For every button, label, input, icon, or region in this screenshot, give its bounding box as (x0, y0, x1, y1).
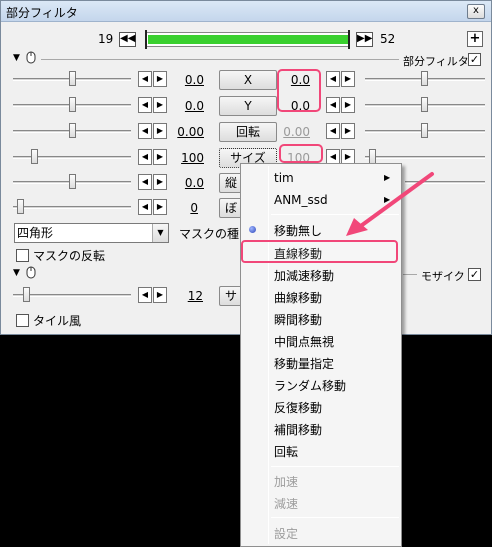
mosaic-slider-thumb[interactable] (23, 287, 30, 302)
menu-item-anm-ssd[interactable]: ANM_ssd (274, 193, 328, 207)
timeline-fill (148, 35, 348, 44)
blur-value[interactable]: 0 (168, 201, 198, 215)
mosaic-separator (403, 274, 417, 275)
blur-left-slider-track[interactable] (13, 206, 131, 209)
rotation-button[interactable]: 回転 (219, 122, 277, 142)
timeline-end-marker[interactable] (348, 30, 350, 49)
x-right-slider-thumb[interactable] (421, 71, 428, 86)
menu-item-interpolate[interactable]: 補間移動 (274, 421, 322, 438)
menu-item-tim[interactable]: tim (274, 171, 294, 185)
size-left-stepper[interactable]: ◀ ▶ (138, 149, 168, 165)
chevron-down-icon[interactable]: ▼ (152, 224, 168, 242)
mouse-icon (26, 266, 36, 279)
rotation-right-slider-thumb[interactable] (421, 123, 428, 138)
y-start-value[interactable]: 0.0 (174, 99, 204, 113)
size-left-slider-thumb[interactable] (31, 149, 38, 164)
start-frame: 19 (98, 32, 114, 46)
filter-name-label: 部分フィルタ (403, 55, 469, 68)
mask-invert-label: マスクの反転 (33, 249, 106, 263)
menu-gutter (268, 166, 269, 544)
vertical-left-slider-thumb[interactable] (69, 174, 76, 189)
x-start-value[interactable]: 0.0 (174, 73, 204, 87)
shape-select[interactable]: 四角形 ▼ (14, 223, 169, 243)
y-left-stepper[interactable]: ◀ ▶ (138, 97, 168, 113)
title-bar[interactable]: 部分フィルタ x (1, 1, 491, 22)
menu-separator (271, 466, 399, 467)
close-button[interactable]: x (467, 4, 485, 19)
menu-separator (271, 517, 399, 518)
tile-checkbox[interactable] (16, 314, 29, 327)
pointer-arrow-icon (346, 172, 434, 236)
x-left-stepper[interactable]: ◀ ▶ (138, 71, 168, 87)
timeline-start-marker[interactable] (145, 30, 147, 49)
menu-item-decelerate: 減速 (274, 497, 299, 511)
rotation-left-stepper[interactable]: ◀ ▶ (138, 123, 168, 139)
menu-item-no-move[interactable]: 移動無し (274, 222, 322, 239)
x-button[interactable]: X (219, 70, 277, 90)
menu-item-settings: 設定 (274, 527, 299, 541)
y-button[interactable]: Y (219, 96, 277, 116)
menu-item-random[interactable]: ランダム移動 (274, 377, 346, 394)
mosaic-label: モザイク (421, 270, 465, 283)
header-separator (41, 59, 399, 60)
menu-item-ease[interactable]: 加減速移動 (274, 267, 334, 284)
tile-label: タイル風 (33, 314, 82, 328)
collapse-triangle-icon[interactable]: ▼ (13, 53, 20, 63)
menu-item-accelerate: 加速 (274, 475, 299, 489)
menu-item-move-amount[interactable]: 移動量指定 (274, 355, 334, 372)
mosaic-size-value[interactable]: 12 (173, 289, 203, 303)
highlight-xy-end-values (277, 69, 321, 112)
filter-enable-checkbox[interactable]: ✓ (468, 53, 481, 66)
highlight-size-end-value (279, 144, 323, 163)
x-right-stepper[interactable]: ◀ ▶ (326, 71, 356, 87)
mosaic-stepper[interactable]: ◀ ▶ (138, 287, 168, 303)
next-frame-button[interactable]: ▶▶ (356, 32, 373, 47)
size-right-slider-thumb[interactable] (369, 149, 376, 164)
mouse-icon (26, 51, 36, 64)
blur-left-slider-thumb[interactable] (17, 199, 24, 214)
vertical-left-stepper[interactable]: ◀ ▶ (138, 174, 168, 190)
mask-type-label: マスクの種 (179, 227, 240, 241)
y-right-slider-thumb[interactable] (421, 97, 428, 112)
window-title: 部分フィルタ (6, 6, 78, 20)
vertical-value[interactable]: 0.0 (174, 176, 204, 190)
rotation-start-value[interactable]: 0.00 (174, 125, 204, 139)
size-start-value[interactable]: 100 (174, 151, 204, 165)
menu-item-instant[interactable]: 瞬間移動 (274, 311, 322, 328)
add-filter-button[interactable]: + (467, 31, 483, 47)
menu-item-repeat[interactable]: 反復移動 (274, 399, 322, 416)
blur-left-stepper[interactable]: ◀ ▶ (138, 199, 168, 215)
collapse-triangle-icon[interactable]: ▼ (13, 268, 20, 278)
y-right-stepper[interactable]: ◀ ▶ (326, 97, 356, 113)
rotation-end-value[interactable]: 0.00 (280, 125, 310, 139)
highlight-linear-item (241, 240, 398, 263)
prev-frame-button[interactable]: ◀◀ (119, 32, 136, 47)
mask-invert-checkbox[interactable] (16, 249, 29, 262)
radio-selected-icon (249, 226, 256, 233)
x-left-slider-thumb[interactable] (69, 71, 76, 86)
mosaic-enable-checkbox[interactable]: ✓ (468, 268, 481, 281)
menu-item-rotate[interactable]: 回転 (274, 443, 298, 460)
rotation-right-stepper[interactable]: ◀ ▶ (326, 123, 356, 139)
timeline-bar[interactable] (145, 30, 350, 49)
size-right-slider-track[interactable] (365, 156, 485, 159)
rotation-left-slider-thumb[interactable] (69, 123, 76, 138)
menu-item-ignore-midpoints[interactable]: 中間点無視 (274, 333, 334, 350)
mosaic-slider-track[interactable] (13, 294, 131, 297)
end-frame: 52 (380, 32, 396, 46)
y-left-slider-thumb[interactable] (69, 97, 76, 112)
menu-item-curve[interactable]: 曲線移動 (274, 289, 322, 306)
shape-select-value: 四角形 (17, 226, 54, 240)
